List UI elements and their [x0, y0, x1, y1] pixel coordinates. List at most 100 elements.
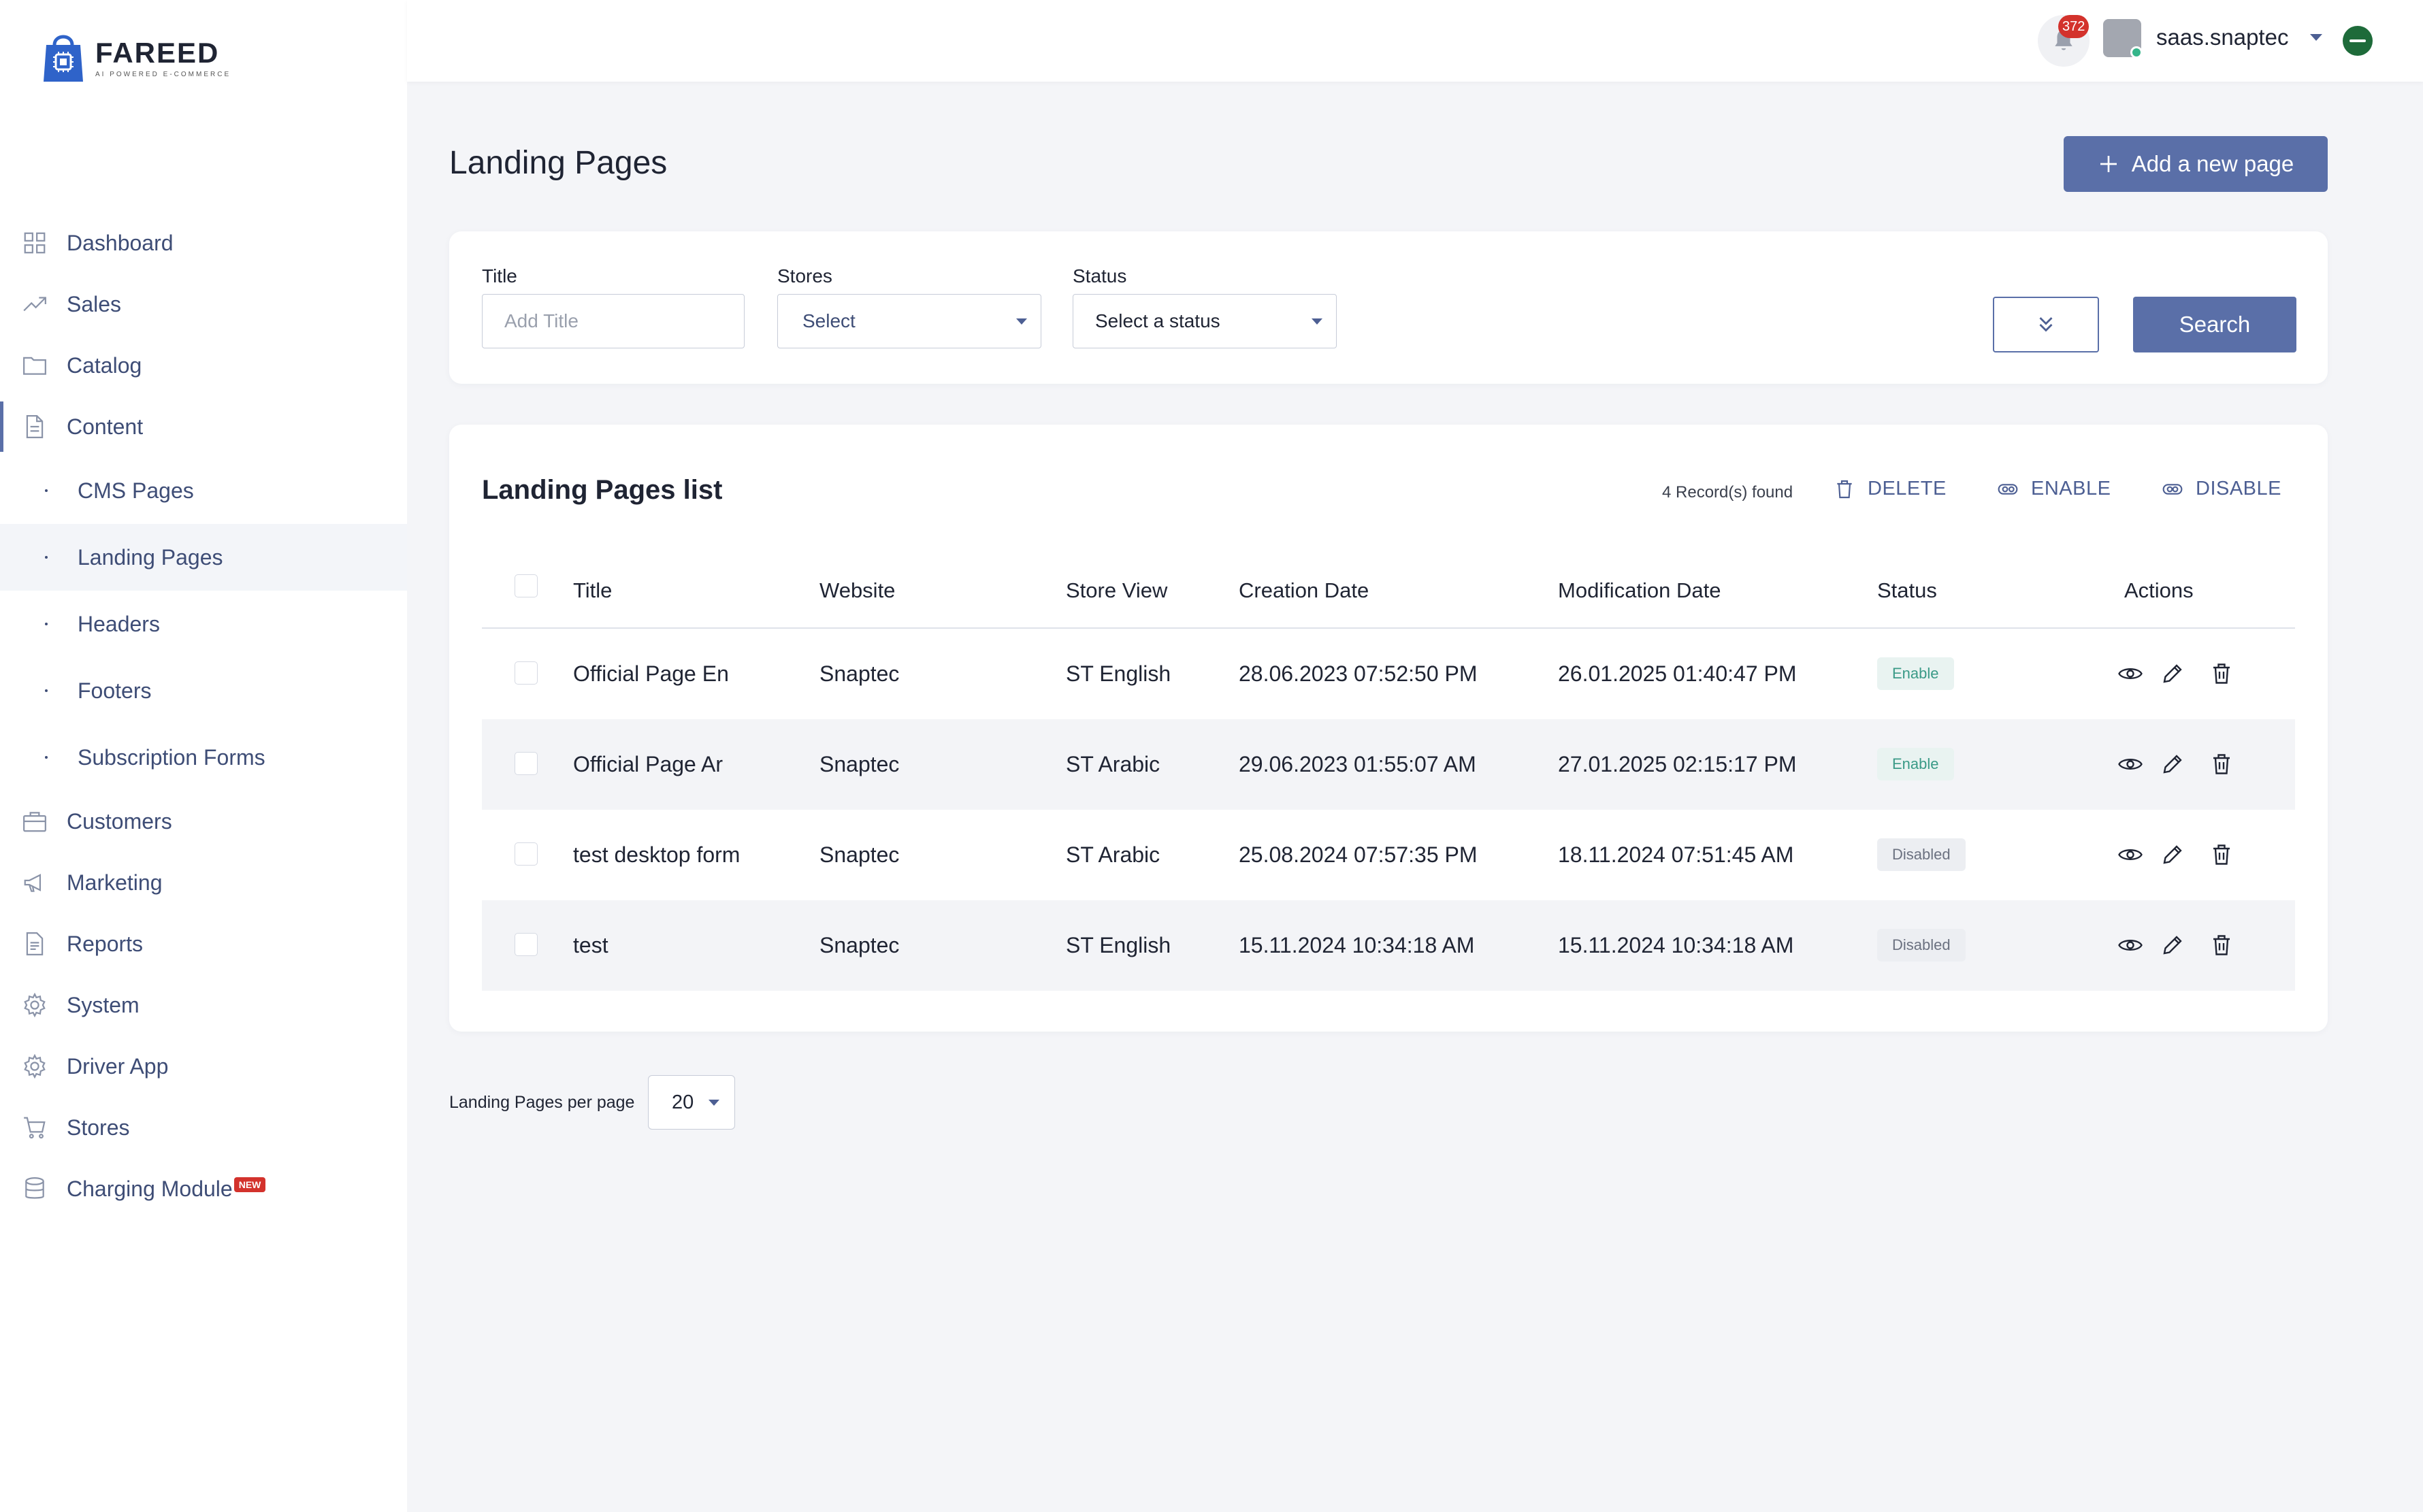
nav-sub-label: Headers [78, 611, 160, 636]
nav-marketing[interactable]: Marketing [0, 852, 407, 913]
nav-catalog[interactable]: Catalog [0, 335, 407, 396]
nav-footers[interactable]: Footers [0, 657, 407, 724]
bulk-delete-label: DELETE [1868, 478, 1947, 499]
edit-icon[interactable] [2160, 933, 2185, 957]
main-nav: Dashboard Sales Catalog Content CMS Page… [0, 212, 407, 1219]
stores-select[interactable]: Select [777, 294, 1041, 348]
nav-reports[interactable]: Reports [0, 913, 407, 974]
table-row[interactable]: test Snaptec ST English 15.11.2024 10:34… [482, 900, 2295, 991]
view-icon[interactable] [2118, 933, 2143, 957]
cell-title: test [573, 933, 608, 957]
brand-tagline: AI POWERED E-COMMERCE [95, 70, 231, 78]
grid-icon [24, 232, 46, 254]
bulk-enable-label: ENABLE [2031, 478, 2111, 499]
cell-title: Official Page Ar [573, 752, 723, 776]
column-header-title[interactable]: Title [573, 578, 612, 603]
nav-content[interactable]: Content [0, 396, 407, 457]
row-checkbox[interactable] [515, 933, 538, 956]
table-row[interactable]: test desktop form Snaptec ST Arabic 25.0… [482, 810, 2295, 900]
nav-label: Customers [67, 808, 172, 834]
column-header-actions: Actions [2124, 578, 2194, 602]
table-header: Title Website Store View Creation Date M… [482, 553, 2295, 629]
trending-up-icon [23, 297, 46, 312]
view-icon[interactable] [2118, 661, 2143, 686]
nav-subscription-forms[interactable]: Subscription Forms [0, 724, 407, 791]
column-header-creation-date[interactable]: Creation Date [1239, 578, 1369, 603]
briefcase-icon [23, 812, 46, 832]
nav-stores[interactable]: Stores [0, 1097, 407, 1158]
cell-website: Snaptec [819, 661, 900, 686]
nav-headers[interactable]: Headers [0, 591, 407, 657]
edit-icon[interactable] [2160, 661, 2185, 686]
row-checkbox[interactable] [515, 752, 538, 775]
row-checkbox[interactable] [515, 842, 538, 866]
records-count: 4 Record(s) found [1662, 483, 1793, 502]
search-button[interactable]: Search [2133, 297, 2296, 352]
nav-label: System [67, 992, 140, 1017]
nav-label: Catalog [67, 352, 142, 378]
trash-icon[interactable] [2209, 933, 2234, 957]
bullet-icon [45, 556, 48, 559]
nav-label: Marketing [67, 870, 163, 895]
nav-sales[interactable]: Sales [0, 274, 407, 335]
per-page-label: Landing Pages per page [449, 1093, 635, 1112]
view-icon[interactable] [2118, 842, 2143, 867]
nav-driver-app[interactable]: Driver App [0, 1036, 407, 1097]
trash-icon[interactable] [2209, 661, 2234, 686]
username[interactable]: saas.snaptec [2156, 24, 2288, 50]
cell-title: Official Page En [573, 661, 729, 686]
column-header-status[interactable]: Status [1877, 578, 1937, 603]
cell-creation-date: 29.06.2023 01:55:07 AM [1239, 752, 1476, 776]
title-filter-input[interactable]: Add Title [482, 294, 745, 348]
online-status-dot [2130, 46, 2143, 59]
bulk-disable-button[interactable]: DISABLE [2162, 478, 2281, 500]
per-page-select[interactable]: 20 [648, 1075, 735, 1130]
nav-sub-label: Landing Pages [78, 544, 223, 570]
brand-name: FAREED [95, 36, 220, 69]
select-all-checkbox[interactable] [515, 574, 538, 597]
per-page-value: 20 [672, 1091, 694, 1113]
column-header-store-view[interactable]: Store View [1066, 578, 1167, 603]
nav-system[interactable]: System [0, 974, 407, 1036]
add-new-page-button[interactable]: Add a new page [2064, 136, 2328, 192]
column-header-modification-date[interactable]: Modification Date [1558, 578, 1721, 603]
nav-landing-pages[interactable]: Landing Pages [0, 524, 407, 591]
cell-store-view: ST English [1066, 933, 1171, 957]
nav-label: Driver App [67, 1053, 169, 1079]
column-header-website[interactable]: Website [819, 578, 895, 603]
brand-logo[interactable]: FAREED AI POWERED E-COMMERCE [39, 30, 231, 84]
cell-creation-date: 28.06.2023 07:52:50 PM [1239, 661, 1478, 686]
cell-store-view: ST English [1066, 661, 1171, 686]
edit-icon[interactable] [2160, 752, 2185, 776]
expand-filters-button[interactable] [1993, 297, 2099, 352]
edit-icon[interactable] [2160, 842, 2185, 867]
status-select-value: Select a status [1095, 310, 1220, 331]
page-title: Landing Pages [449, 145, 668, 181]
nav-sub-label: Subscription Forms [78, 744, 265, 770]
bullet-icon [45, 756, 48, 759]
cell-website: Snaptec [819, 842, 900, 867]
status-badge: Enable [1877, 748, 1954, 780]
cell-modification-date: 18.11.2024 07:51:45 AM [1558, 842, 1794, 867]
bulk-enable-button[interactable]: ENABLE [1997, 478, 2111, 500]
cell-website: Snaptec [819, 752, 900, 776]
chevron-down-icon [1312, 318, 1322, 325]
chevron-down-icon[interactable] [2310, 34, 2322, 41]
table-row[interactable]: Official Page En Snaptec ST English 28.0… [482, 629, 2295, 719]
nav-customers[interactable]: Customers [0, 791, 407, 852]
topbar: 372 saas.snaptec [407, 0, 2423, 82]
cell-modification-date: 26.01.2025 01:40:47 PM [1558, 661, 1797, 686]
row-checkbox[interactable] [515, 661, 538, 685]
megaphone-icon [24, 874, 42, 892]
bulk-delete-button[interactable]: DELETE [1834, 478, 1947, 500]
trash-icon[interactable] [2209, 842, 2234, 867]
table-row[interactable]: Official Page Ar Snaptec ST Arabic 29.06… [482, 719, 2295, 810]
language-flag-icon[interactable] [2343, 26, 2373, 56]
status-select[interactable]: Select a status [1073, 294, 1337, 348]
trash-icon[interactable] [2209, 752, 2234, 776]
nav-charging-module[interactable]: Charging Module NEW [0, 1158, 407, 1219]
nav-cms-pages[interactable]: CMS Pages [0, 457, 407, 524]
view-icon[interactable] [2118, 752, 2143, 776]
cart-icon [24, 1117, 46, 1139]
nav-dashboard[interactable]: Dashboard [0, 212, 407, 274]
